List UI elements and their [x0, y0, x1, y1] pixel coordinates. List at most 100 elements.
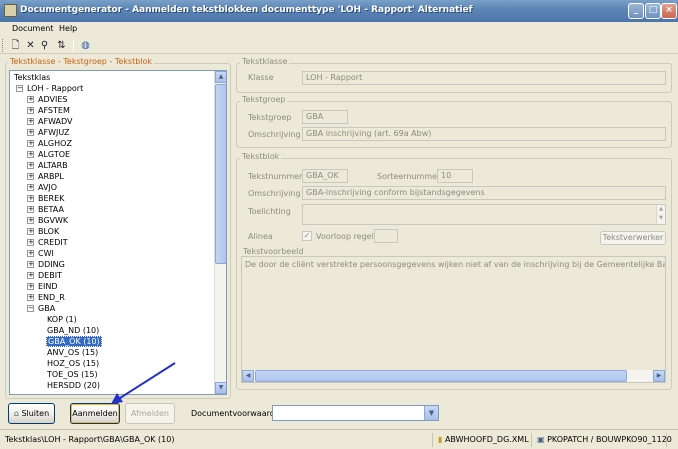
delete-icon[interactable]: ✕ — [24, 39, 37, 52]
app-icon — [4, 4, 17, 17]
tekstgroep-label: Tekstgroep — [248, 113, 292, 122]
alinea-label: Alinea — [248, 232, 273, 241]
expand-icon: + — [27, 249, 34, 257]
title-bar: Documentgenerator - Aanmelden tekstblokk… — [0, 0, 678, 22]
voorloop-field[interactable] — [374, 229, 398, 243]
toelichting-label: Toelichting — [248, 207, 291, 216]
tree-item-group[interactable]: + END_R — [27, 292, 66, 303]
tree-item-group[interactable]: + ALTARB — [27, 160, 69, 171]
tree-item-group[interactable]: + CREDIT — [27, 237, 69, 248]
tekstverwerker-button[interactable]: Tekstverwerker — [600, 231, 666, 245]
groep-omschrijving-label: Omschrijving — [248, 130, 301, 139]
expand-icon: + — [27, 161, 34, 169]
toelichting-field[interactable]: ▲ ▼ — [302, 204, 666, 225]
tree-item-group[interactable]: + BEREK — [27, 193, 65, 204]
server-icon: ▣ — [537, 435, 545, 444]
status-bar: Tekstklas\LOH - Rapport\GBA\GBA_OK (10) … — [0, 429, 678, 449]
blok-omschrijving-field[interactable]: GBA-inschrijving conform bijstandsgegeve… — [302, 186, 666, 200]
tree-scrollbar[interactable]: ▲ ▼ — [214, 71, 226, 394]
tekstvoorbeeld-area[interactable]: De door de cliënt verstrekte persoonsgeg… — [241, 256, 666, 383]
toolbar-separator — [73, 39, 74, 52]
tree-item-group[interactable]: + AVJO — [27, 182, 58, 193]
status-path: Tekstklas\LOH - Rapport\GBA\GBA_OK (10) — [3, 433, 433, 447]
tree-item-tekstblok-selected[interactable]: GBA_OK (10) — [46, 336, 102, 347]
scroll-down-icon[interactable]: ▼ — [215, 382, 226, 394]
close-button[interactable]: × — [661, 3, 677, 19]
tree-item-group[interactable]: + AFWADV — [27, 116, 74, 127]
expand-icon: + — [27, 150, 34, 158]
expand-icon: + — [27, 271, 34, 279]
tekstgroep-field[interactable]: GBA — [302, 110, 348, 124]
alinea-checkbox[interactable]: ✓ — [302, 231, 312, 241]
sorteernummer-label: Sorteernummer — [377, 172, 441, 181]
tekstblok-tree[interactable]: Tekstklas − LOH - Rapport + ADVIES + AFSTEM… — [9, 70, 227, 395]
voorloop-label: Voorloop regels — [316, 232, 378, 241]
tree-panel-title: Tekstklasse - Tekstgroep - Tekstblok — [8, 57, 155, 66]
tree-item-klasse[interactable]: − LOH - Rapport — [16, 83, 84, 94]
expand-icon: + — [27, 172, 34, 180]
tree-item-tekstblok[interactable]: ANV_OS (15) — [46, 347, 99, 358]
tekstnummer-field[interactable]: GBA_OK — [302, 169, 348, 183]
documentvoorwaarde-label: Documentvoorwaarde — [191, 409, 280, 418]
sorteernummer-field[interactable]: 10 — [437, 169, 473, 183]
tree-item-tekstblok[interactable]: KOP (1) — [46, 314, 78, 325]
tree-item-group[interactable]: + ALGHOZ — [27, 138, 73, 149]
expand-icon: + — [27, 238, 34, 246]
tree-item-group[interactable]: + ADVIES — [27, 94, 68, 105]
tree-item-group[interactable]: + EIND — [27, 281, 59, 292]
scroll-up-icon[interactable]: ▲ — [215, 71, 226, 83]
scroll-left-icon[interactable]: ◀ — [242, 370, 254, 382]
toolbar: 🗋 ✕ ⚲ ⇅ ◍ — [0, 37, 678, 54]
sort-icon[interactable]: ⇅ — [55, 39, 68, 52]
tree-item-group[interactable]: + DEBIT — [27, 270, 63, 281]
tree-item-group[interactable]: + DDING — [27, 259, 66, 270]
tree-item-group[interactable]: + BGVWK — [27, 215, 69, 226]
file-icon: ▮ — [438, 435, 443, 444]
afmelden-button[interactable]: Afmelden — [125, 403, 175, 424]
tree-item-group[interactable]: + BLOK — [27, 226, 60, 237]
tekstnummer-label: Tekstnummer — [248, 172, 303, 181]
menu-help[interactable]: Help — [59, 24, 77, 33]
find-icon[interactable]: ⚲ — [38, 39, 51, 52]
window-title: Documentgenerator - Aanmelden tekstblokk… — [20, 5, 473, 15]
minimize-button[interactable]: _ — [628, 3, 644, 19]
close-door-icon: ⌂ — [13, 409, 19, 418]
new-document-icon[interactable]: 🗋 — [9, 39, 22, 52]
collapse-icon: − — [27, 304, 34, 312]
tree-item-group[interactable]: + BETAA — [27, 204, 65, 215]
maximize-button[interactable]: □ — [645, 3, 661, 19]
preview-scroll-thumb[interactable] — [255, 370, 627, 382]
toelichting-scroll-icon[interactable]: ▲ ▼ — [656, 205, 665, 224]
expand-icon: + — [27, 227, 34, 235]
collapse-icon: − — [16, 84, 23, 92]
scroll-right-icon[interactable]: ▶ — [653, 370, 665, 382]
sluiten-button[interactable]: ⌂ Sluiten — [8, 403, 55, 424]
chevron-down-icon[interactable]: ▼ — [424, 406, 438, 420]
tree-item-tekstblok[interactable]: TOE_OS (15) — [46, 369, 99, 380]
klasse-field[interactable]: LOH - Rapport — [302, 71, 666, 85]
tekstgroep-title: Tekstgroep — [240, 95, 288, 104]
blok-omschrijving-label: Omschrijving — [248, 189, 301, 198]
expand-icon: + — [27, 128, 34, 136]
tree-item-group[interactable]: + AFWJUZ — [27, 127, 71, 138]
tree-item-group[interactable]: + ARBPL — [27, 171, 65, 182]
menu-document[interactable]: Document — [12, 24, 53, 33]
tree-item-tekstblok[interactable]: GBA_ND (10) — [46, 325, 100, 336]
documentvoorwaarde-select[interactable]: ▼ — [272, 405, 439, 421]
expand-icon: + — [27, 117, 34, 125]
preview-hscrollbar[interactable]: ◀ ▶ — [242, 370, 665, 382]
toolbar-grip — [2, 39, 5, 52]
tree-item-tekstblok[interactable]: HERSDD (20) — [46, 380, 101, 391]
tree-item-tekstblok[interactable]: HOZ_OS (15) — [46, 358, 100, 369]
tree-root[interactable]: Tekstklas — [13, 72, 51, 83]
groep-omschrijving-field[interactable]: GBA inschrijving (art. 69a Abw) — [302, 127, 666, 141]
globe-icon[interactable]: ◍ — [79, 39, 92, 52]
tree-item-group[interactable]: + AFSTEM — [27, 105, 71, 116]
expand-icon: + — [27, 205, 34, 213]
expand-icon: + — [27, 95, 34, 103]
tree-item-group[interactable]: + ALGTOE — [27, 149, 71, 160]
scroll-thumb[interactable] — [215, 84, 226, 264]
tree-item-group[interactable]: + CWI — [27, 248, 55, 259]
tree-item-group-gba[interactable]: − GBA — [27, 303, 56, 314]
aanmelden-button[interactable]: Aanmelden — [70, 403, 120, 424]
